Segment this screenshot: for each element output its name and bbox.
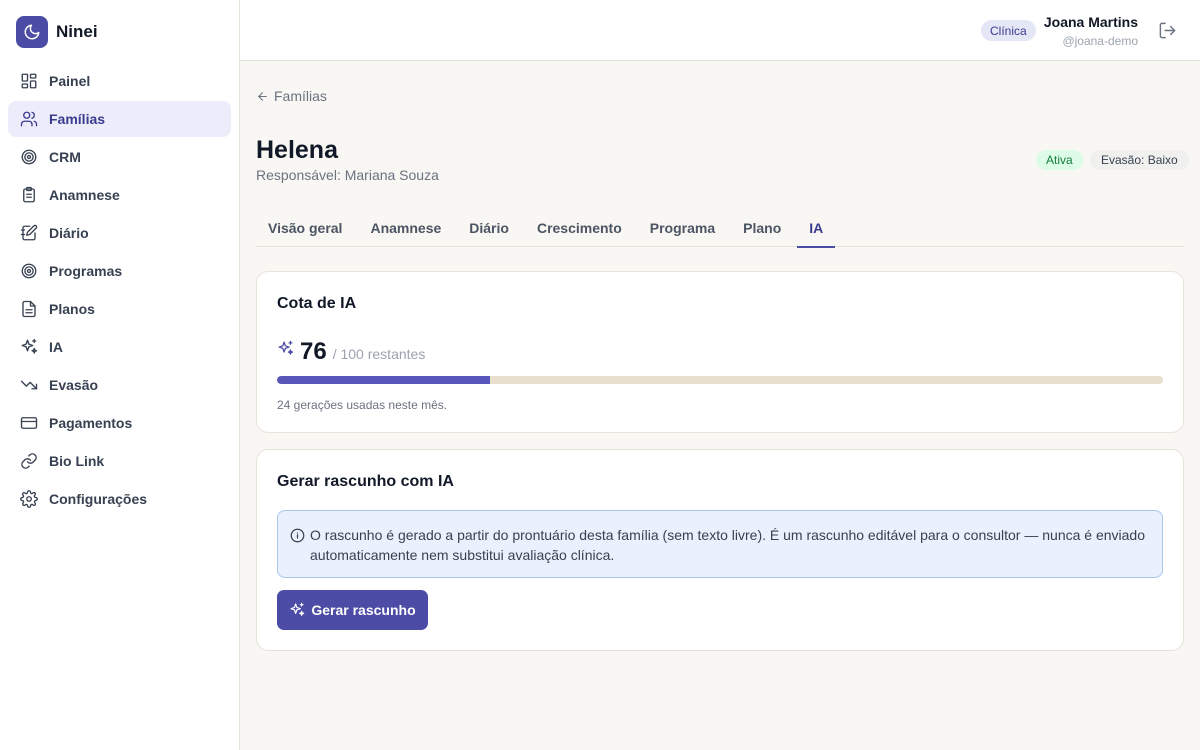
topbar: Clínica Joana Martins @joana-demo [240, 0, 1200, 61]
tab-visao-geral[interactable]: Visão geral [256, 208, 354, 247]
tab-ia[interactable]: IA [797, 208, 836, 248]
sidebar-item-painel[interactable]: Painel [8, 63, 231, 99]
quota-note: 24 gerações usadas neste mês. [277, 398, 448, 412]
grid-icon [21, 73, 37, 89]
generate-draft-label: Gerar rascunho [311, 602, 416, 618]
draft-card-title: Gerar rascunho com IA [277, 473, 454, 490]
sidebar-item-crm[interactable]: CRM [8, 139, 231, 175]
sidebar-item-anamnese[interactable]: Anamnese [8, 177, 231, 213]
target-icon [21, 149, 37, 165]
arrow-left-icon [258, 91, 267, 101]
back-link-label: Famílias [274, 88, 327, 104]
file-icon [22, 300, 36, 318]
tab-diario[interactable]: Diário [457, 208, 521, 247]
brand-name: Ninei [56, 22, 98, 41]
sidebar-item-label: Bio Link [49, 453, 105, 469]
sparkles-icon [290, 602, 305, 616]
role-badge: Clínica [981, 20, 1036, 41]
quota-remaining: 76 [300, 338, 327, 365]
sidebar-item-label: Diário [49, 225, 89, 241]
info-callout-text: O rascunho é gerado a partir do prontuár… [310, 527, 1146, 563]
quota-card: Cota de IA 76 / 100 restantes 24 geraçõe… [256, 271, 1184, 433]
users-icon [20, 111, 38, 127]
sidebar-nav: Painel Famílias CRM Anamnese Diário Prog… [8, 63, 231, 519]
moon-icon [16, 16, 48, 48]
tab-bar: Visão geral Anamnese Diário Crescimento … [256, 208, 1184, 248]
page-subtitle: Responsável: Mariana Souza [256, 167, 439, 183]
quota-progress-bar [277, 376, 1163, 384]
sidebar-item-label: Evasão [49, 377, 99, 393]
tab-programa[interactable]: Programa [638, 208, 727, 247]
sidebar-item-label: Pagamentos [49, 415, 133, 431]
link-icon [21, 453, 37, 469]
quota-card-title: Cota de IA [277, 295, 357, 312]
page-title: Helena [256, 136, 338, 164]
sidebar-item-label: Programas [49, 263, 123, 279]
sidebar-item-label: Painel [49, 73, 91, 89]
brand[interactable]: Ninei [16, 16, 98, 48]
quota-summary: 76 / 100 restantes [277, 338, 425, 366]
quota-progress-fill [277, 376, 490, 384]
logout-icon[interactable] [1158, 21, 1177, 40]
gear-icon [20, 490, 38, 508]
trending-down-icon [20, 380, 38, 390]
tab-plano[interactable]: Plano [731, 208, 793, 247]
sidebar-item-label: CRM [49, 149, 81, 165]
quota-total-label: / 100 restantes [332, 346, 426, 362]
tab-anamnese[interactable]: Anamnese [358, 208, 453, 247]
sidebar-item-label: Anamnese [49, 187, 120, 203]
user-handle: @joana-demo [1062, 34, 1138, 48]
tab-crescimento[interactable]: Crescimento [525, 208, 634, 247]
sparkles-icon [21, 338, 38, 354]
generate-draft-button[interactable]: Gerar rascunho [277, 590, 428, 630]
sidebar-item-label: Planos [49, 301, 95, 317]
sidebar-item-bio-link[interactable]: Bio Link [8, 443, 231, 479]
sidebar-item-programas[interactable]: Programas [8, 253, 231, 289]
sidebar-item-label: Configurações [49, 491, 148, 507]
notebook-icon [20, 224, 38, 241]
sidebar-item-configuracoes[interactable]: Configurações [8, 481, 231, 517]
draft-card: Gerar rascunho com IA O rascunho é gerad… [256, 449, 1184, 651]
sidebar-item-label: Famílias [49, 111, 106, 127]
sidebar: Ninei Painel Famílias CRM Anamnese Diári… [0, 0, 240, 750]
sparkles-icon [278, 340, 294, 355]
sidebar-item-planos[interactable]: Planos [8, 291, 231, 327]
credit-card-icon [20, 417, 38, 429]
info-icon [290, 528, 305, 543]
back-link[interactable]: Famílias [256, 88, 327, 104]
sidebar-item-diario[interactable]: Diário [8, 215, 231, 251]
clipboard-icon [23, 186, 35, 203]
sidebar-item-label: IA [49, 339, 63, 355]
sidebar-item-familias[interactable]: Famílias [8, 101, 231, 137]
sidebar-item-pagamentos[interactable]: Pagamentos [8, 405, 231, 441]
sidebar-item-ia[interactable]: IA [8, 329, 231, 365]
user-name: Joana Martins [1043, 14, 1138, 30]
sidebar-item-evasao[interactable]: Evasão [8, 367, 231, 403]
target-icon [21, 263, 37, 279]
info-callout: O rascunho é gerado a partir do prontuár… [277, 510, 1163, 578]
status-badge: Ativa [1036, 150, 1083, 170]
evasion-badge: Evasão: Baixo [1090, 150, 1189, 170]
